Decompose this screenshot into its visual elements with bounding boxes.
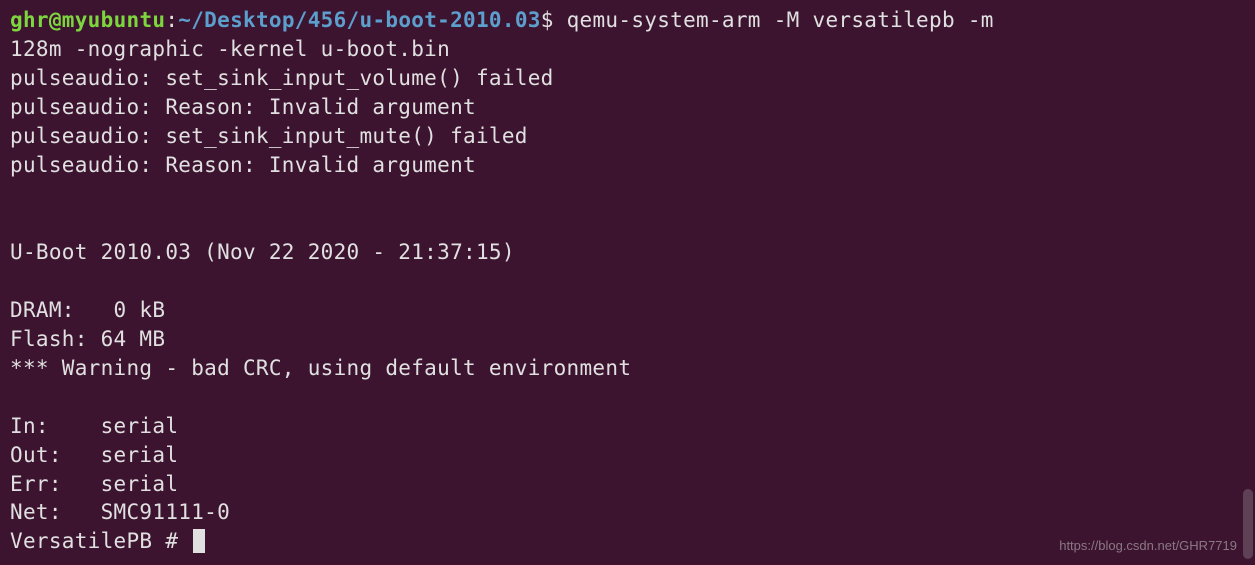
command-line-1: qemu-system-arm -M versatilepb -m bbox=[554, 8, 1007, 32]
command-line-2: 128m -nographic -kernel u-boot.bin bbox=[10, 37, 450, 61]
output-err: Err: serial bbox=[10, 472, 178, 496]
prompt-colon: : bbox=[165, 8, 178, 32]
output-line: pulseaudio: Reason: Invalid argument bbox=[10, 95, 476, 119]
prompt-host: myubuntu bbox=[62, 8, 166, 32]
output-flash: Flash: 64 MB bbox=[10, 327, 165, 351]
output-line: pulseaudio: set_sink_input_mute() failed bbox=[10, 124, 528, 148]
watermark-text: https://blog.csdn.net/GHR7719 bbox=[1059, 537, 1237, 555]
cursor-icon bbox=[193, 529, 205, 553]
prompt-path: ~/Desktop/456/u-boot-2010.03 bbox=[178, 8, 540, 32]
output-line: pulseaudio: Reason: Invalid argument bbox=[10, 153, 476, 177]
output-net: Net: SMC91111-0 bbox=[10, 500, 230, 524]
output-uboot-version: U-Boot 2010.03 (Nov 22 2020 - 21:37:15) bbox=[10, 240, 515, 264]
output-line: pulseaudio: set_sink_input_volume() fail… bbox=[10, 66, 554, 90]
output-warning: *** Warning - bad CRC, using default env… bbox=[10, 356, 631, 380]
prompt-dollar: $ bbox=[541, 8, 554, 32]
output-in: In: serial bbox=[10, 414, 178, 438]
uboot-shell-prompt[interactable]: VersatilePB # bbox=[10, 529, 191, 553]
terminal-output[interactable]: ghr@myubuntu:~/Desktop/456/u-boot-2010.0… bbox=[10, 6, 1245, 556]
output-out: Out: serial bbox=[10, 443, 178, 467]
prompt-at: @ bbox=[49, 8, 62, 32]
scrollbar-thumb[interactable] bbox=[1243, 489, 1253, 559]
output-dram: DRAM: 0 kB bbox=[10, 298, 165, 322]
prompt-user: ghr bbox=[10, 8, 49, 32]
